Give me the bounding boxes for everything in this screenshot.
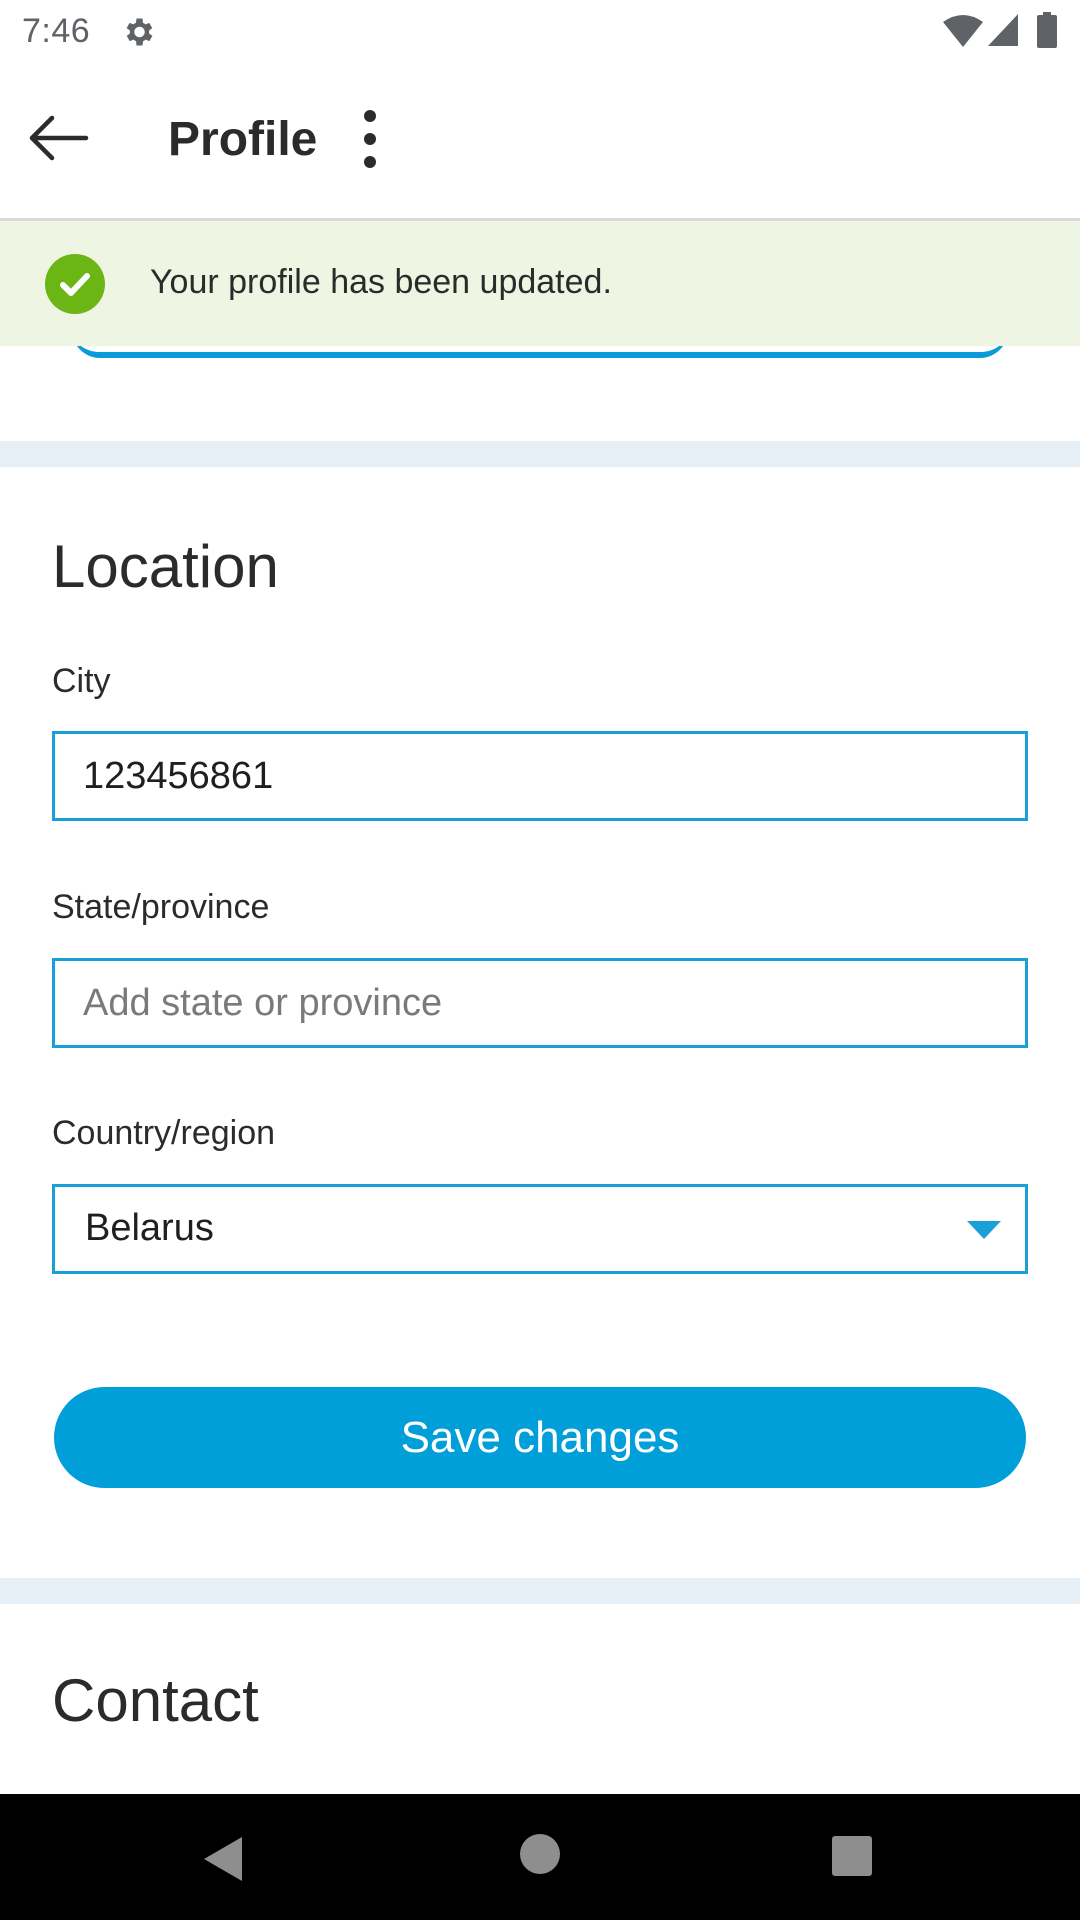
city-label: City <box>52 662 111 700</box>
save-changes-label: Save changes <box>400 1412 680 1462</box>
nav-back-icon[interactable] <box>200 1834 248 1884</box>
back-arrow-icon[interactable] <box>22 108 92 168</box>
success-message: Your profile has been updated. <box>150 263 612 301</box>
more-vertical-icon[interactable] <box>348 108 392 170</box>
country-select-value: Belarus <box>85 1207 214 1249</box>
country-select[interactable]: Belarus <box>52 1184 1028 1274</box>
city-input[interactable] <box>55 734 1025 818</box>
city-field-container <box>52 731 1028 821</box>
navigation-bar <box>0 1794 1080 1920</box>
status-bar: 7:46 <box>0 0 1080 64</box>
nav-recents-icon[interactable] <box>830 1834 874 1878</box>
app-bar: Profile <box>0 64 1080 221</box>
state-input[interactable] <box>55 961 1025 1045</box>
contact-section-title: Contact <box>52 1667 259 1734</box>
state-field-container <box>52 958 1028 1048</box>
signal-icon <box>988 14 1018 46</box>
battery-icon <box>1037 12 1057 48</box>
nav-home-icon[interactable] <box>518 1832 562 1876</box>
section-divider <box>0 1578 1080 1604</box>
wifi-icon <box>943 15 983 47</box>
save-changes-button[interactable]: Save changes <box>54 1387 1026 1488</box>
page-title: Profile <box>168 113 318 166</box>
section-divider <box>0 441 1080 467</box>
country-label: Country/region <box>52 1114 276 1152</box>
caret-down-icon <box>967 1221 1001 1239</box>
state-label: State/province <box>52 888 270 926</box>
location-section-title: Location <box>52 533 279 600</box>
success-banner: Your profile has been updated. <box>0 221 1080 346</box>
status-time: 7:46 <box>22 12 91 50</box>
check-circle-icon <box>45 254 105 314</box>
gear-icon <box>126 18 153 46</box>
